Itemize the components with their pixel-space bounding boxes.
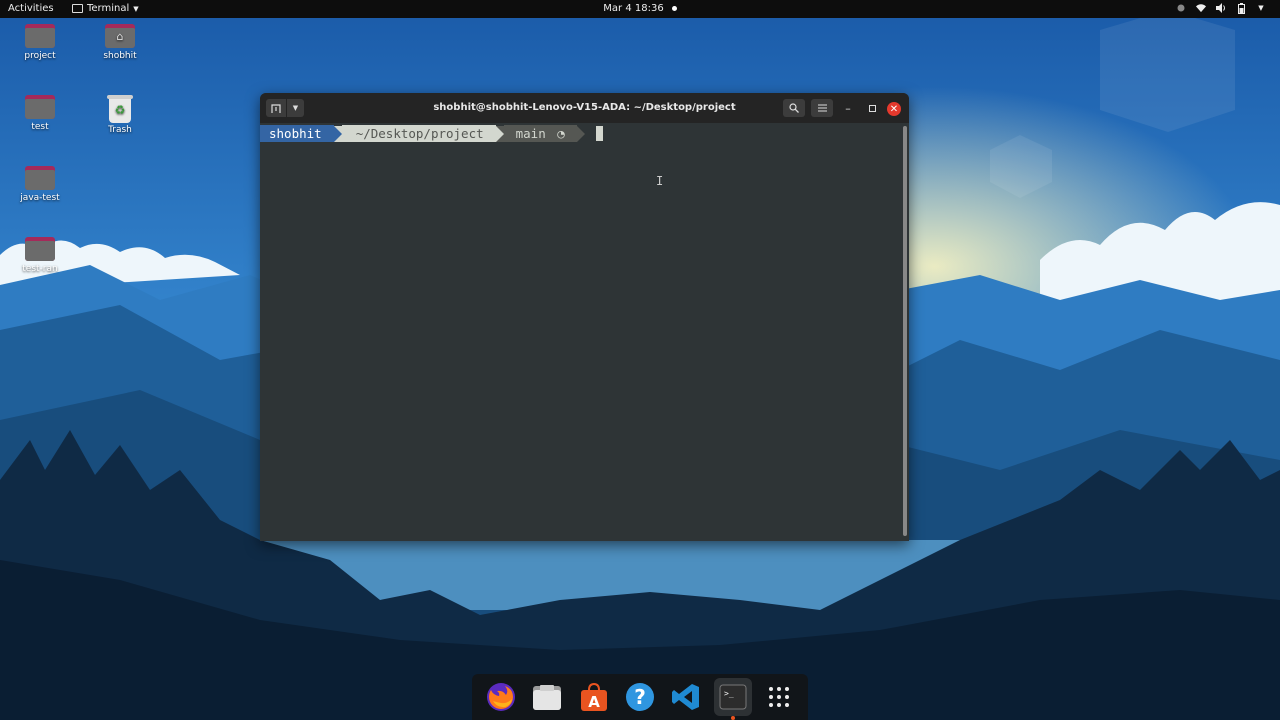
git-status-icon: ◔ [557,126,565,141]
desktop-icon-test-ran[interactable]: test-ran [5,237,75,274]
dock-item-firefox[interactable] [482,678,520,716]
maximize-icon [868,104,876,112]
desktop-icon-label: test [31,122,49,132]
prompt-separator [495,125,504,142]
desktop-icon-test[interactable]: test [5,95,75,132]
battery-icon [1236,2,1246,14]
app-menu[interactable]: Terminal ▼ [72,3,139,14]
wifi-icon [1196,3,1206,13]
git-branch-label: main [515,126,546,141]
search-icon [789,103,799,113]
desktop-icon-java-test[interactable]: java-test [5,166,75,203]
terminal-titlebar[interactable]: ▼ shobhit@shobhit-Lenovo-V15-ADA: ~/Desk… [260,93,909,123]
show-apps-icon [768,687,789,707]
dock-item-app-center[interactable]: A [575,678,613,716]
dock-item-terminal[interactable]: >_ [713,678,752,720]
maximize-button[interactable] [863,99,881,117]
prompt-separator [333,125,342,142]
search-button[interactable] [783,99,805,117]
home-folder-icon: ⌂ [105,24,135,48]
app-menu-label: Terminal [87,3,130,14]
minimize-button[interactable]: – [839,99,857,117]
folder-icon [25,95,55,119]
help-icon: ? [625,683,654,711]
text-cursor [595,126,603,141]
notification-dot-icon [671,5,677,11]
prompt-git-segment: main ◔ [503,125,577,142]
dock-item-help[interactable]: ? [621,678,659,716]
trash-icon: ♻ [107,95,133,123]
dock-item-vscode[interactable] [667,678,705,716]
chevron-down-icon: ▼ [133,4,139,13]
mouse-ibeam-icon: I [656,174,664,188]
files-icon [533,685,562,710]
prompt-user-segment: shobhit [260,125,334,142]
terminal-app-icon [72,4,83,13]
firefox-icon [487,683,516,711]
dock-item-files[interactable] [528,678,566,716]
desktop-icon-label: shobhit [103,51,137,61]
chevron-down-icon: ▼ [1258,4,1264,12]
svg-text:?: ? [634,685,646,709]
close-icon: ✕ [889,103,899,115]
running-indicator-icon [730,716,735,720]
dock-show-applications[interactable] [760,678,798,716]
svg-text:>_: >_ [724,689,734,698]
desktop-icon-project[interactable]: project [5,24,75,61]
folder-icon [25,166,55,190]
clock-button[interactable]: Mar 4 18:36 [603,3,677,14]
top-bar: Activities Terminal ▼ Mar 4 18:36 ▼ [0,0,1280,18]
prompt-separator [576,125,585,142]
hamburger-icon [817,104,827,112]
shell-prompt: shobhit ~/Desktop/project main ◔ [260,125,603,142]
terminal-icon: >_ [719,684,747,710]
terminal-body[interactable]: shobhit ~/Desktop/project main ◔ I [260,123,903,541]
desktop-icon-label: java-test [20,193,60,203]
desktop-icon-shobhit[interactable]: ⌂ shobhit [85,24,155,61]
volume-icon [1216,3,1226,13]
desktop-icon-trash[interactable]: ♻ Trash [85,95,155,135]
system-tray[interactable]: ▼ [1176,2,1266,14]
vscode-icon [672,684,700,710]
desktop-icon-label: project [24,51,56,61]
clock-area: Mar 4 18:36 [0,3,1280,14]
hamburger-menu-button[interactable] [811,99,833,117]
svg-text:A: A [588,693,600,711]
desktop-icon-label: test-ran [22,264,58,274]
activities-button[interactable]: Activities [8,3,54,14]
folder-icon [25,237,55,261]
close-button[interactable]: ✕ [887,102,901,116]
prompt-path-segment: ~/Desktop/project [341,125,496,142]
terminal-scrollbar[interactable] [903,126,907,536]
minimize-icon: – [845,101,851,115]
terminal-window[interactable]: ▼ shobhit@shobhit-Lenovo-V15-ADA: ~/Desk… [260,93,909,541]
dock: A ? >_ [472,674,808,720]
folder-icon [25,24,55,48]
desktop-icon-label: Trash [108,125,132,135]
recording-indicator-icon [1176,3,1186,13]
clock-label: Mar 4 18:36 [603,3,664,14]
app-store-icon: A [580,682,607,711]
